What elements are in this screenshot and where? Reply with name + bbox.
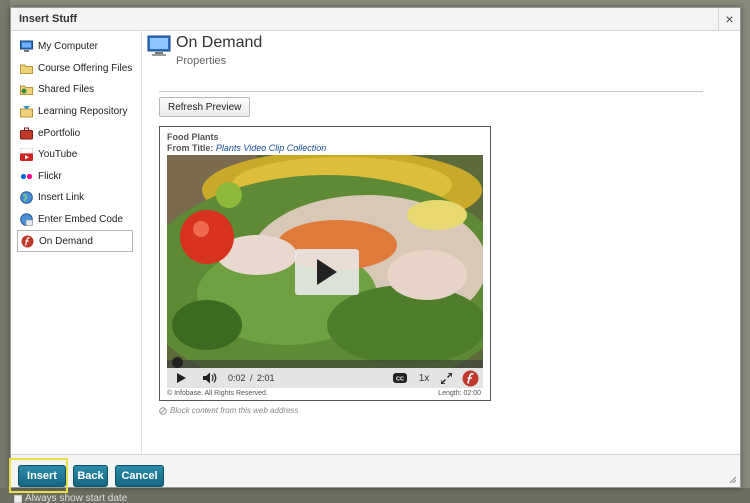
- close-icon: ×: [725, 11, 734, 27]
- computer-icon: [20, 40, 33, 53]
- seek-bar[interactable]: [167, 357, 483, 368]
- insert-stuff-dialog: Insert Stuff × My Computer Course Offeri…: [9, 7, 741, 493]
- sidebar-item-youtube[interactable]: YouTube: [11, 144, 141, 166]
- video-embed-preview: Food Plants From Title: Plants Video Cli…: [159, 126, 491, 401]
- block-content-link[interactable]: Block content from this web address: [159, 406, 299, 415]
- sidebar-item-flickr[interactable]: Flickr: [11, 166, 141, 188]
- video-from-line: From Title: Plants Video Clip Collection: [167, 143, 326, 153]
- embed-code-icon: [20, 213, 33, 226]
- sidebar-item-label: Learning Repository: [38, 106, 128, 118]
- cancel-button[interactable]: Cancel: [115, 465, 164, 487]
- current-time: 0:02: [228, 373, 246, 383]
- svg-text:CC: CC: [396, 376, 404, 382]
- youtube-icon: [20, 148, 33, 162]
- background-page-edge: [0, 0, 10, 503]
- insert-button[interactable]: Insert: [18, 465, 66, 487]
- header-divider: [159, 91, 703, 92]
- background-checkbox-row: Always show start date: [14, 493, 127, 503]
- video-controls: 0:02 / 2:01 CC 1x: [167, 368, 483, 388]
- portfolio-icon: [20, 127, 33, 140]
- video-length: Length: 02:00: [438, 390, 481, 397]
- seek-handle[interactable]: [172, 357, 183, 368]
- close-button[interactable]: ×: [718, 8, 740, 30]
- resize-grip-icon[interactable]: [728, 475, 736, 483]
- dialog-footer: Insert Back Cancel: [9, 454, 740, 493]
- sidebar-item-label: YouTube: [38, 149, 78, 161]
- sidebar-item-course-offering-files[interactable]: Course Offering Files: [11, 58, 141, 80]
- copyright-text: © Infobase. All Rights Reserved.: [167, 390, 268, 397]
- flickr-icon: [20, 170, 33, 183]
- closed-captions-icon: CC: [393, 373, 407, 383]
- video-title: Food Plants: [167, 132, 219, 142]
- playback-speed-button[interactable]: 1x: [416, 368, 432, 388]
- fullscreen-icon: [440, 372, 452, 384]
- sidebar-item-label: Shared Files: [38, 84, 95, 96]
- sidebar-item-learning-repository[interactable]: Learning Repository: [11, 101, 141, 123]
- fullscreen-button[interactable]: [439, 368, 453, 388]
- on-demand-icon: [21, 235, 34, 248]
- sidebar-item-label: On Demand: [39, 235, 93, 247]
- sidebar-item-label: ePortfolio: [38, 127, 81, 139]
- sidebar-item-on-demand[interactable]: On Demand: [17, 230, 133, 252]
- volume-button[interactable]: [201, 368, 219, 388]
- sidebar-item-eportfolio[interactable]: ePortfolio: [11, 122, 141, 144]
- from-title-label: From Title:: [167, 143, 214, 153]
- sidebar-item-label: Enter Embed Code: [38, 214, 124, 226]
- time-separator: /: [250, 373, 253, 383]
- repository-icon: [20, 105, 33, 118]
- block-content-text: Block content from this web address: [170, 406, 299, 415]
- from-title-link[interactable]: Plants Video Clip Collection: [216, 143, 326, 153]
- video-frame[interactable]: [167, 155, 483, 368]
- sidebar-item-label: My Computer: [38, 41, 99, 53]
- infobase-logo-button[interactable]: [461, 368, 479, 388]
- volume-icon: [203, 372, 217, 384]
- background-checkbox-label: Always show start date: [25, 493, 128, 503]
- play-icon: [317, 259, 337, 285]
- source-sidebar: My Computer Course Offering Files Shared…: [11, 31, 142, 454]
- sidebar-item-label: Course Offering Files: [38, 62, 133, 74]
- block-icon: [159, 406, 167, 415]
- dialog-title: Insert Stuff: [19, 13, 78, 25]
- sidebar-item-shared-files[interactable]: Shared Files: [11, 79, 141, 101]
- sidebar-item-label: Insert Link: [38, 192, 85, 204]
- refresh-preview-button[interactable]: Refresh Preview: [159, 97, 251, 117]
- main-panel: On Demand Properties Refresh Preview Foo…: [143, 31, 740, 454]
- page-subtitle: Properties: [176, 55, 227, 67]
- monitor-icon: [147, 35, 171, 57]
- sidebar-item-label: Flickr: [38, 170, 62, 182]
- background-checkbox[interactable]: [14, 494, 22, 503]
- play-icon: [176, 373, 186, 383]
- dialog-titlebar: Insert Stuff ×: [11, 8, 740, 31]
- play-button[interactable]: [295, 249, 359, 295]
- page-title: On Demand: [176, 34, 263, 51]
- total-time: 2:01: [257, 373, 275, 383]
- globe-icon: [20, 191, 33, 205]
- folder-icon: [20, 62, 33, 75]
- play-control[interactable]: [173, 368, 189, 388]
- sidebar-item-insert-link[interactable]: Insert Link: [11, 187, 141, 209]
- back-button[interactable]: Back: [73, 465, 108, 487]
- sidebar-item-my-computer[interactable]: My Computer: [11, 36, 141, 58]
- sidebar-item-enter-embed-code[interactable]: Enter Embed Code: [11, 209, 141, 231]
- infobase-logo-icon: [462, 370, 478, 386]
- closed-captions-button[interactable]: CC: [392, 368, 408, 388]
- shared-files-icon: [20, 83, 33, 96]
